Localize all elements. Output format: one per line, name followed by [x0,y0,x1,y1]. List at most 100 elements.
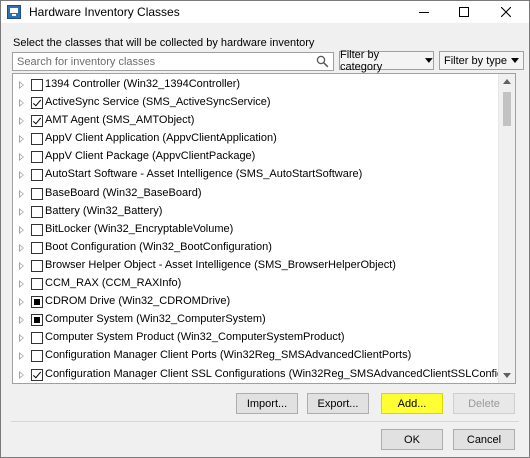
ok-button[interactable]: OK [381,429,443,450]
class-row[interactable]: Computer System Product (Win32_ComputerS… [13,329,498,347]
filter-by-type-button[interactable]: Filter by type [439,51,524,70]
scroll-thumb[interactable] [503,92,511,126]
filter-by-type-label: Filter by type [444,54,507,67]
search-input[interactable] [13,53,317,70]
minimize-icon [419,12,429,13]
class-row[interactable]: Configuration Manager Client Ports (Win3… [13,347,498,365]
title-bar: Hardware Inventory Classes [1,1,529,23]
class-label: Computer System Product (Win32_ComputerS… [45,331,345,344]
class-checkbox[interactable] [31,314,43,327]
class-checkbox[interactable] [31,350,43,363]
class-row[interactable]: BaseBoard (Win32_BaseBoard) [13,185,498,203]
hardware-inventory-dialog: Hardware Inventory Classes Select the cl… [0,0,530,458]
class-checkbox[interactable] [31,115,43,128]
cancel-button[interactable]: Cancel [453,429,515,450]
expand-arrow-icon[interactable] [19,316,24,325]
class-row[interactable]: Configuration Manager Client SSL Configu… [13,366,515,384]
class-row[interactable]: Boot Configuration (Win32_BootConfigurat… [13,239,498,257]
expand-arrow-icon[interactable] [19,171,24,180]
class-checkbox[interactable] [31,259,43,272]
add-button[interactable]: Add... [381,393,443,414]
class-label: Configuration Manager Client Ports (Win3… [45,349,412,362]
expand-arrow-icon[interactable] [19,207,24,216]
export-button[interactable]: Export... [307,393,369,414]
expand-arrow-icon[interactable] [19,81,24,89]
class-label: Computer System (Win32_ComputerSystem) [45,313,266,326]
expand-arrow-icon[interactable] [19,99,24,108]
expand-arrow-icon[interactable] [19,189,24,198]
app-icon [7,5,21,19]
class-label: BitLocker (Win32_EncryptableVolume) [45,222,234,235]
class-checkbox[interactable] [31,79,43,91]
maximize-button[interactable] [447,1,481,23]
expand-arrow-icon[interactable] [19,261,24,270]
maximize-icon [459,7,469,17]
class-row[interactable]: CDROM Drive (Win32_CDROMDrive) [13,293,498,311]
expand-arrow-icon[interactable] [19,225,24,234]
class-row[interactable]: Computer System (Win32_ComputerSystem) [13,311,498,329]
class-row[interactable]: AMT Agent (SMS_AMTObject) [13,112,498,130]
import-button[interactable]: Import... [236,393,298,414]
class-checkbox[interactable] [31,169,43,182]
class-label: Battery (Win32_Battery) [45,204,163,217]
class-row[interactable]: AppV Client Package (AppvClientPackage) [13,148,498,166]
filter-by-category-button[interactable]: Filter by category [339,48,434,73]
inventory-class-list[interactable]: 1394 Controller (Win32_1394Controller) Ac… [12,73,516,384]
class-checkbox[interactable] [31,223,43,236]
class-checkbox[interactable] [31,368,43,381]
search-icon[interactable] [316,55,329,68]
class-label: BaseBoard (Win32_BaseBoard) [45,186,202,199]
class-checkbox[interactable] [31,97,43,110]
scroll-up-icon[interactable] [503,79,511,84]
caret-down-icon [425,58,433,63]
class-row[interactable]: ActiveSync Service (SMS_ActiveSyncServic… [13,94,498,112]
class-row[interactable]: Battery (Win32_Battery) [13,203,498,221]
class-checkbox[interactable] [31,133,43,146]
expand-arrow-icon[interactable] [19,117,24,126]
class-row[interactable]: AppV Client Application (AppvClientAppli… [13,130,498,148]
class-label: AutoStart Software - Asset Intelligence … [45,168,363,181]
expand-arrow-icon[interactable] [19,135,24,144]
expand-arrow-icon[interactable] [19,370,24,379]
divider [11,421,519,422]
vertical-scrollbar[interactable] [498,74,515,383]
search-box[interactable] [12,52,334,71]
class-label: AppV Client Package (AppvClientPackage) [45,150,256,163]
class-checkbox[interactable] [31,187,43,200]
class-checkbox[interactable] [31,332,43,345]
expand-arrow-icon[interactable] [19,334,24,343]
class-label: Boot Configuration (Win32_BootConfigurat… [45,240,272,253]
class-label: Browser Helper Object - Asset Intelligen… [45,258,396,271]
class-label: AMT Agent (SMS_AMTObject) [45,114,195,127]
class-checkbox[interactable] [31,151,43,164]
minimize-button[interactable] [407,1,441,23]
class-row[interactable]: BitLocker (Win32_EncryptableVolume) [13,221,498,239]
class-checkbox[interactable] [31,241,43,254]
instruction-text: Select the classes that will be collecte… [13,37,315,49]
expand-arrow-icon[interactable] [19,352,24,361]
class-row[interactable]: AutoStart Software - Asset Intelligence … [13,166,498,184]
class-label: ActiveSync Service (SMS_ActiveSyncServic… [45,96,271,109]
class-row[interactable]: Browser Helper Object - Asset Intelligen… [13,257,498,275]
window-title: Hardware Inventory Classes [29,5,180,19]
expand-arrow-icon[interactable] [19,280,24,289]
class-label: 1394 Controller (Win32_1394Controller) [45,78,241,90]
class-rows: 1394 Controller (Win32_1394Controller) Ac… [13,76,515,384]
expand-arrow-icon[interactable] [19,298,24,307]
delete-button[interactable]: Delete [453,393,515,414]
class-checkbox[interactable] [31,296,43,309]
class-label: CDROM Drive (Win32_CDROMDrive) [45,295,231,308]
class-label: Configuration Manager Client SSL Configu… [45,367,516,380]
class-label: CCM_RAX (CCM_RAXInfo) [45,277,182,290]
class-label: AppV Client Application (AppvClientAppli… [45,132,277,145]
filter-by-category-label: Filter by category [340,48,383,73]
caret-down-icon [510,58,519,63]
class-row[interactable]: CCM_RAX (CCM_RAXInfo) [13,275,498,293]
close-button[interactable] [489,1,523,23]
class-checkbox[interactable] [31,278,43,291]
expand-arrow-icon[interactable] [19,243,24,252]
class-checkbox[interactable] [31,205,43,218]
class-row[interactable]: 1394 Controller (Win32_1394Controller) [13,76,498,94]
scroll-down-icon[interactable] [503,373,511,378]
expand-arrow-icon[interactable] [19,153,24,162]
